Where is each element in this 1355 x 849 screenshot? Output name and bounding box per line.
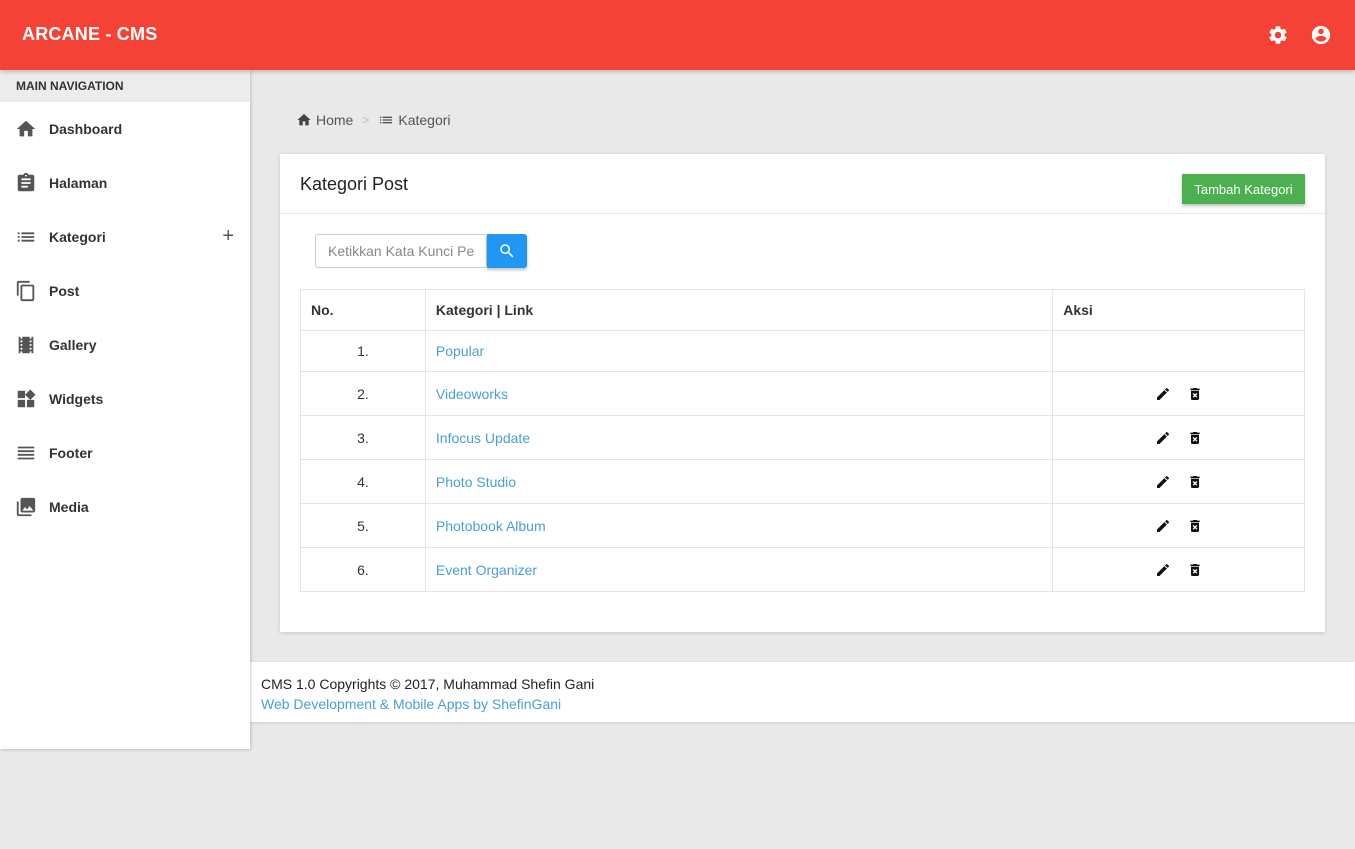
sidebar-item-media[interactable]: Media xyxy=(0,480,250,534)
row-actions xyxy=(1052,547,1305,592)
column-header-kategori: Kategori | Link xyxy=(424,289,1054,331)
sidebar-item-widgets[interactable]: Widgets xyxy=(0,372,250,426)
nav-header: MAIN NAVIGATION xyxy=(0,70,250,102)
page-footer: CMS 1.0 Copyrights © 2017, Muhammad Shef… xyxy=(250,662,1355,722)
table-row: 4. Photo Studio xyxy=(300,459,1305,504)
sidebar-item-label: Halaman xyxy=(49,175,108,191)
sidebar-item-label: Post xyxy=(49,283,80,299)
footer-credit-link[interactable]: Web Development & Mobile Apps by ShefinG… xyxy=(261,696,561,712)
search-input[interactable] xyxy=(315,234,487,268)
breadcrumb-separator: > xyxy=(362,113,370,127)
breadcrumb-home[interactable]: Home xyxy=(316,112,353,128)
table-row: 1. Popular xyxy=(300,330,1305,372)
photo-library-icon xyxy=(15,496,37,518)
table-row: 5. Photobook Album xyxy=(300,503,1305,548)
footer-copyright: CMS 1.0 Copyrights © 2017, Muhammad Shef… xyxy=(261,676,595,692)
delete-icon[interactable] xyxy=(1187,474,1203,490)
table-header-row: No. Kategori | Link Aksi xyxy=(300,289,1305,331)
breadcrumb-current: Kategori xyxy=(398,112,451,128)
sidebar-item-kategori[interactable]: Kategori + xyxy=(0,210,250,264)
add-category-button[interactable]: Tambah Kategori xyxy=(1182,174,1305,204)
edit-icon[interactable] xyxy=(1155,430,1171,446)
sidebar-item-label: Gallery xyxy=(49,337,97,353)
row-actions xyxy=(1052,415,1305,460)
home-icon xyxy=(296,112,312,128)
search-button[interactable] xyxy=(487,234,527,268)
delete-icon[interactable] xyxy=(1187,562,1203,578)
delete-icon[interactable] xyxy=(1187,386,1203,402)
sidebar-item-label: Footer xyxy=(49,445,93,461)
category-link[interactable]: Videoworks xyxy=(436,386,508,402)
kategori-card: Kategori Post Tambah Kategori No. Katego… xyxy=(280,154,1325,632)
delete-icon[interactable] xyxy=(1187,518,1203,534)
home-icon xyxy=(15,118,37,140)
row-number: 4. xyxy=(300,459,426,504)
copy-icon xyxy=(15,280,37,302)
list-icon xyxy=(378,112,394,128)
delete-icon[interactable] xyxy=(1187,430,1203,446)
sidebar-item-label: Kategori xyxy=(49,229,106,245)
row-number: 6. xyxy=(300,547,426,592)
sidebar: MAIN NAVIGATION Dashboard Halaman Katego… xyxy=(0,70,250,749)
table-row: 6. Event Organizer xyxy=(300,547,1305,592)
column-header-no: No. xyxy=(300,289,426,331)
sidebar-item-footer[interactable]: Footer xyxy=(0,426,250,480)
row-actions xyxy=(1052,459,1305,504)
row-actions xyxy=(1052,503,1305,548)
gear-icon[interactable] xyxy=(1267,24,1289,46)
table-row: 2. Videoworks xyxy=(300,371,1305,416)
category-link[interactable]: Infocus Update xyxy=(436,430,530,446)
card-header: Kategori Post Tambah Kategori xyxy=(280,154,1325,214)
table-row: 3. Infocus Update xyxy=(300,415,1305,460)
row-number: 5. xyxy=(300,503,426,548)
expand-icon[interactable]: + xyxy=(222,226,234,246)
search-icon xyxy=(498,242,516,260)
breadcrumb: Home > Kategori xyxy=(296,112,451,128)
account-circle-icon[interactable] xyxy=(1310,24,1332,46)
category-link[interactable]: Popular xyxy=(436,343,484,359)
lines-icon xyxy=(15,442,37,464)
film-icon xyxy=(15,334,37,356)
list-icon xyxy=(15,226,37,248)
sidebar-item-dashboard[interactable]: Dashboard xyxy=(0,102,250,156)
category-table: No. Kategori | Link Aksi 1. Popular 2. V… xyxy=(300,289,1305,592)
widgets-icon xyxy=(15,388,37,410)
clipboard-icon xyxy=(15,172,37,194)
app-title: ARCANE - CMS xyxy=(22,24,158,44)
row-number: 2. xyxy=(300,371,426,416)
sidebar-item-halaman[interactable]: Halaman xyxy=(0,156,250,210)
sidebar-item-post[interactable]: Post xyxy=(0,264,250,318)
row-number: 3. xyxy=(300,415,426,460)
sidebar-item-label: Media xyxy=(49,499,89,515)
edit-icon[interactable] xyxy=(1155,518,1171,534)
column-header-aksi: Aksi xyxy=(1052,289,1305,331)
edit-icon[interactable] xyxy=(1155,474,1171,490)
category-link[interactable]: Photo Studio xyxy=(436,474,516,490)
sidebar-item-gallery[interactable]: Gallery xyxy=(0,318,250,372)
row-number: 1. xyxy=(300,330,426,372)
sidebar-item-label: Widgets xyxy=(49,391,104,407)
page-title: Kategori Post xyxy=(300,174,409,194)
edit-icon[interactable] xyxy=(1155,562,1171,578)
edit-icon[interactable] xyxy=(1155,386,1171,402)
row-actions xyxy=(1052,371,1305,416)
category-link[interactable]: Photobook Album xyxy=(436,518,546,534)
top-app-bar: ARCANE - CMS xyxy=(0,0,1355,70)
sidebar-item-label: Dashboard xyxy=(49,121,123,137)
category-link[interactable]: Event Organizer xyxy=(436,562,537,578)
row-actions xyxy=(1052,330,1305,372)
